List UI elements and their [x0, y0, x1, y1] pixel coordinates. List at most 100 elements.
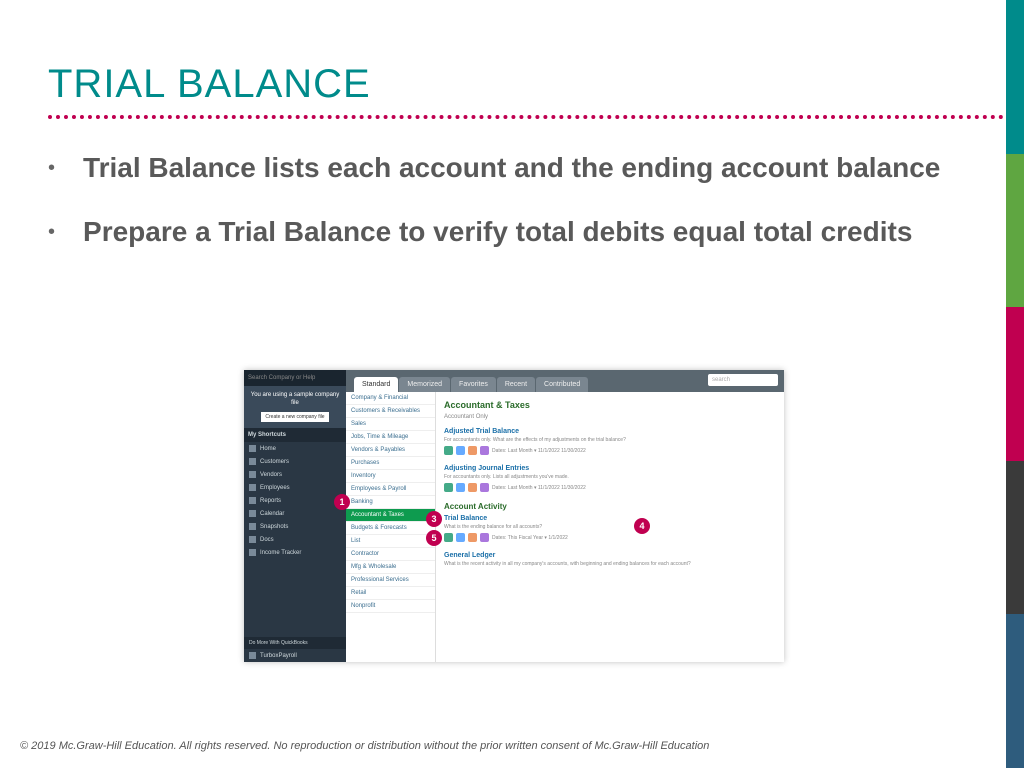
cat-retail[interactable]: Retail [346, 587, 435, 600]
cat-purchases[interactable]: Purchases [346, 457, 435, 470]
cat-budgets[interactable]: Budgets & Forecasts [346, 522, 435, 535]
sidebar-item-label: Customers [260, 459, 289, 465]
info-icon[interactable] [456, 483, 465, 492]
sidebar-item-home[interactable]: Home [244, 442, 346, 455]
content-area: • Trial Balance lists each account and t… [48, 150, 976, 278]
info-icon[interactable] [456, 446, 465, 455]
tab-favorites[interactable]: Favorites [451, 377, 496, 392]
sidebar-item-label: Vendors [260, 472, 282, 478]
run-icon[interactable] [444, 533, 453, 542]
do-more-header: Do More With QuickBooks [244, 637, 346, 649]
category-list: Company & Financial Customers & Receivab… [346, 392, 436, 662]
people-icon [249, 458, 256, 465]
cat-company[interactable]: Company & Financial [346, 392, 435, 405]
callout-3: 3 [426, 511, 442, 527]
cat-nonprofit[interactable]: Nonprofit [346, 600, 435, 613]
tab-recent[interactable]: Recent [497, 377, 535, 392]
search-label: search [712, 377, 730, 383]
cat-mfg[interactable]: Mfg & Wholesale [346, 561, 435, 574]
cat-jobs[interactable]: Jobs, Time & Mileage [346, 431, 435, 444]
run-icon[interactable] [444, 483, 453, 492]
sidebar-item-app[interactable]: TurboxPayroll [244, 649, 346, 662]
report-name[interactable]: Adjusting Journal Entries [444, 465, 776, 472]
sidebar-item-label: Employees [260, 485, 290, 491]
tab-contributed[interactable]: Contributed [536, 377, 588, 392]
cat-sales[interactable]: Sales [346, 418, 435, 431]
fave-icon[interactable] [468, 483, 477, 492]
run-icon[interactable] [444, 446, 453, 455]
report-name-trial-balance[interactable]: Trial Balance 3 [444, 515, 776, 522]
cat-inventory[interactable]: Inventory [346, 470, 435, 483]
sidebar-item-label: TurboxPayroll [260, 653, 297, 659]
badge-icon [249, 484, 256, 491]
cat-banking[interactable]: Banking [346, 496, 435, 509]
callout-5: 5 [426, 530, 442, 546]
date-range: Dates: Last Month ▾ 11/1/2022 11/30/2022 [492, 448, 586, 454]
title-divider [48, 115, 1004, 119]
sidebar-item-label: Income Tracker [260, 550, 301, 556]
info-icon[interactable] [456, 533, 465, 542]
bullet-dot: • [48, 214, 55, 250]
sidebar-item-employees[interactable]: Employees [244, 481, 346, 494]
sample-notice: You are using a sample company file Crea… [244, 386, 346, 428]
cat-vendors[interactable]: Vendors & Payables [346, 444, 435, 457]
report-controls: Dates: This Fiscal Year ▾ 1/1/2022 5 4 [444, 533, 776, 542]
report-name[interactable]: General Ledger [444, 552, 776, 559]
help-icon[interactable] [480, 533, 489, 542]
bullet-text: Trial Balance lists each account and the… [83, 150, 940, 186]
report-controls: Dates: Last Month ▾ 11/1/2022 11/30/2022 [444, 446, 776, 455]
tab-bar: Standard Memorized Favorites Recent Cont… [346, 370, 784, 392]
slide: TRIAL BALANCE • Trial Balance lists each… [0, 0, 1024, 768]
accent-stripes [1006, 0, 1024, 768]
help-icon[interactable] [480, 483, 489, 492]
panel-subtitle: Accountant Only [444, 414, 776, 420]
cat-customers[interactable]: Customers & Receivables [346, 405, 435, 418]
sidebar: Search Company or Help You are using a s… [244, 370, 346, 662]
report-detail: Accountant & Taxes Accountant Only Adjus… [436, 392, 784, 662]
create-company-button[interactable]: Create a new company file [261, 412, 328, 423]
report-desc: For accountants only. What are the effec… [444, 437, 776, 443]
tab-memorized[interactable]: Memorized [399, 377, 450, 392]
report-item: Adjusted Trial Balance For accountants o… [444, 428, 776, 455]
stripe-red [1006, 307, 1024, 461]
tab-search[interactable]: search [708, 374, 778, 386]
sidebar-item-label: Snapshots [260, 524, 288, 530]
report-desc: What is the recent activity in all my co… [444, 561, 776, 567]
sidebar-item-customers[interactable]: Customers [244, 455, 346, 468]
cat-prof[interactable]: Professional Services [346, 574, 435, 587]
sidebar-item-label: Calendar [260, 511, 284, 517]
calendar-icon [249, 510, 256, 517]
sidebar-item-label: Reports [260, 498, 281, 504]
chart-icon [249, 497, 256, 504]
fave-icon[interactable] [468, 533, 477, 542]
section-heading: Account Activity [444, 502, 776, 511]
bullet-item: • Trial Balance lists each account and t… [48, 150, 976, 186]
bullet-text: Prepare a Trial Balance to verify total … [83, 214, 912, 250]
stripe-green [1006, 154, 1024, 308]
report-name[interactable]: Adjusted Trial Balance [444, 428, 776, 435]
report-label: Trial Balance [444, 515, 487, 522]
truck-icon [249, 471, 256, 478]
cat-employees[interactable]: Employees & Payroll [346, 483, 435, 496]
copyright-footer: © 2019 Mc.Graw-Hill Education. All right… [20, 740, 1004, 752]
report-item: Trial Balance 3 What is the ending balan… [444, 515, 776, 542]
sidebar-item-docs[interactable]: Docs [244, 533, 346, 546]
fave-icon[interactable] [468, 446, 477, 455]
embedded-screenshot: Search Company or Help You are using a s… [244, 370, 784, 662]
sidebar-item-vendors[interactable]: Vendors [244, 468, 346, 481]
camera-icon [249, 523, 256, 530]
cat-accountant[interactable]: Accountant & Taxes [346, 509, 435, 522]
report-body: Company & Financial Customers & Receivab… [346, 392, 784, 662]
sidebar-item-income[interactable]: Income Tracker [244, 546, 346, 559]
cat-list[interactable]: List [346, 535, 435, 548]
tab-standard[interactable]: Standard [354, 377, 398, 392]
search-input[interactable]: Search Company or Help [244, 370, 346, 386]
sidebar-item-reports[interactable]: Reports 1 [244, 494, 346, 507]
stripe-dark [1006, 461, 1024, 615]
callout-4: 4 [634, 518, 650, 534]
sidebar-item-calendar[interactable]: Calendar [244, 507, 346, 520]
help-icon[interactable] [480, 446, 489, 455]
sidebar-item-snapshots[interactable]: Snapshots [244, 520, 346, 533]
report-desc: For accountants only. Lists all adjustme… [444, 474, 776, 480]
cat-contractor[interactable]: Contractor [346, 548, 435, 561]
